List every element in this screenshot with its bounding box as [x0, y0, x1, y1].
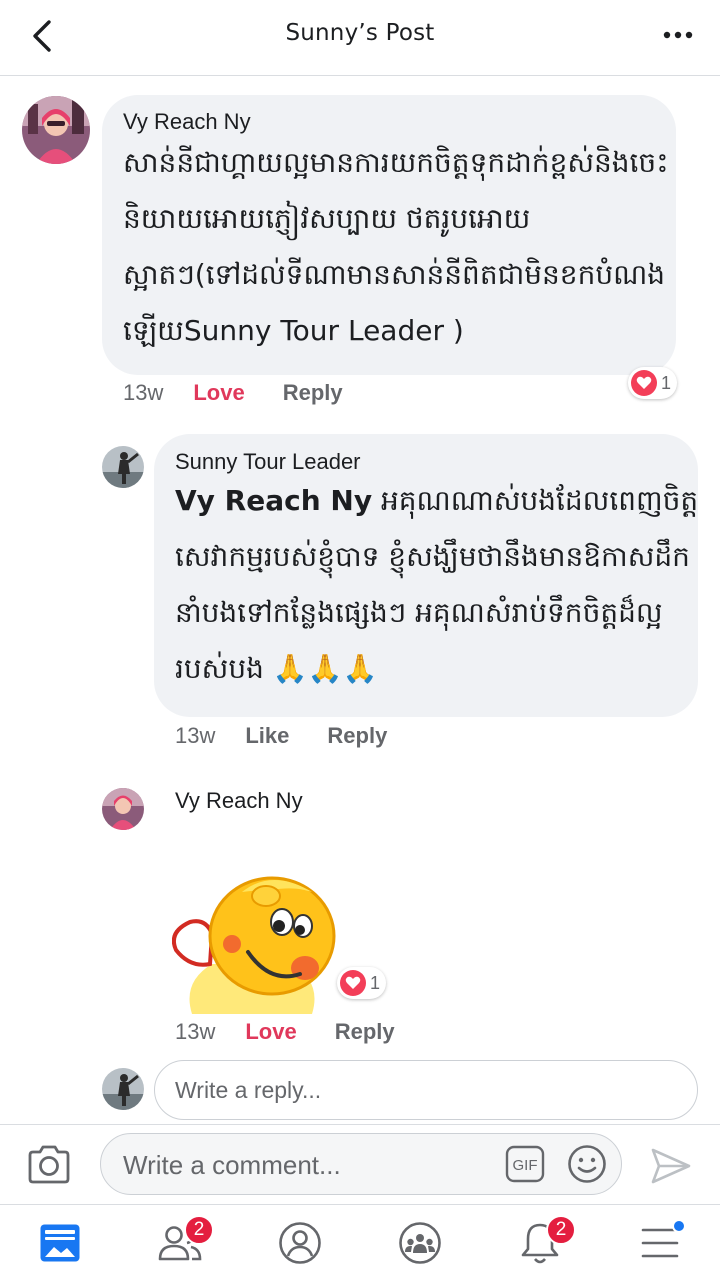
mention-link[interactable]: Vy Reach Ny — [175, 484, 372, 517]
send-icon — [651, 1148, 691, 1184]
tab-notifications[interactable]: 2 — [510, 1215, 576, 1267]
comment-actions: 13w Love Reply — [175, 1019, 395, 1045]
send-button[interactable] — [650, 1145, 692, 1187]
more-options-button[interactable] — [660, 20, 696, 50]
gif-button[interactable]: GIF — [505, 1145, 545, 1183]
like-button[interactable]: Like — [245, 723, 289, 749]
comment-author[interactable]: Vy Reach Ny — [123, 109, 251, 135]
love-button[interactable]: Love — [193, 380, 244, 406]
menu-indicator-dot — [672, 1219, 686, 1233]
comment-time: 13w — [175, 723, 216, 748]
reply-button[interactable]: Reply — [327, 723, 387, 749]
comment-time: 13w — [175, 1019, 216, 1044]
sticker-image[interactable] — [171, 872, 342, 1014]
emoji-button[interactable] — [567, 1144, 607, 1184]
camera-button[interactable] — [26, 1143, 72, 1187]
tab-profile[interactable] — [270, 1219, 330, 1267]
heart-icon — [631, 370, 657, 396]
love-button[interactable]: Love — [245, 1019, 296, 1045]
emoji-icon — [568, 1145, 606, 1183]
tab-groups[interactable] — [390, 1219, 450, 1267]
notifications-badge: 2 — [546, 1215, 576, 1245]
svg-text:GIF: GIF — [513, 1157, 538, 1174]
camera-icon — [28, 1145, 70, 1184]
comment-bubble: Sunny Tour Leader Vy Reach Ny អគុណណាស់បង… — [154, 434, 698, 717]
comment-author[interactable]: Sunny Tour Leader — [175, 449, 361, 475]
profile-icon — [279, 1222, 321, 1264]
tab-friends[interactable]: 2 — [150, 1215, 214, 1267]
avatar-sunny-tour-leader[interactable] — [102, 446, 144, 488]
news-feed-icon — [40, 1224, 80, 1262]
comment-actions: 13w Like Reply — [175, 723, 387, 749]
comment-actions: 13w Love Reply — [123, 380, 343, 406]
gif-icon: GIF — [505, 1145, 545, 1183]
comment-bubble: Vy Reach Ny សាន់នីជាហ្គាយល្អមានការយកចិត្… — [102, 95, 676, 375]
comment-composer: Write a comment... GIF — [0, 1124, 720, 1204]
top-bar: Sunny’s Post — [0, 0, 720, 76]
more-dots-icon — [663, 31, 693, 39]
groups-icon — [399, 1222, 441, 1264]
reply-button[interactable]: Reply — [335, 1019, 395, 1045]
reaction-count[interactable]: 1 — [337, 967, 387, 999]
reply-placeholder: Write a reply... — [175, 1077, 322, 1103]
comment-author[interactable]: Vy Reach Ny — [175, 788, 303, 814]
comment-text: Vy Reach Ny អគុណណាស់បងដែលពេញចិត្ត សេវាកម្… — [175, 484, 699, 685]
bottom-tab-bar: 2 2 — [0, 1204, 720, 1280]
tab-menu[interactable] — [630, 1219, 690, 1267]
avatar-vy-reach-ny[interactable] — [22, 96, 90, 164]
reply-button[interactable]: Reply — [283, 380, 343, 406]
avatar-current-user — [102, 1068, 144, 1110]
tab-news-feed[interactable] — [30, 1219, 90, 1267]
comment-placeholder: Write a comment... — [123, 1150, 341, 1180]
reply-input[interactable]: Write a reply... — [154, 1060, 698, 1120]
avatar-vy-reach-ny[interactable] — [102, 788, 144, 830]
heart-icon — [340, 970, 366, 996]
friends-badge: 2 — [184, 1215, 214, 1245]
comment-input[interactable]: Write a comment... GIF — [100, 1133, 622, 1195]
reaction-count[interactable]: 1 — [628, 367, 678, 399]
page-title: Sunny’s Post — [285, 20, 435, 46]
comment-text: សាន់នីជាហ្គាយល្អមានការយកចិត្តទុកដាក់ខ្ពស… — [123, 146, 669, 347]
comment-time: 13w — [123, 380, 164, 405]
